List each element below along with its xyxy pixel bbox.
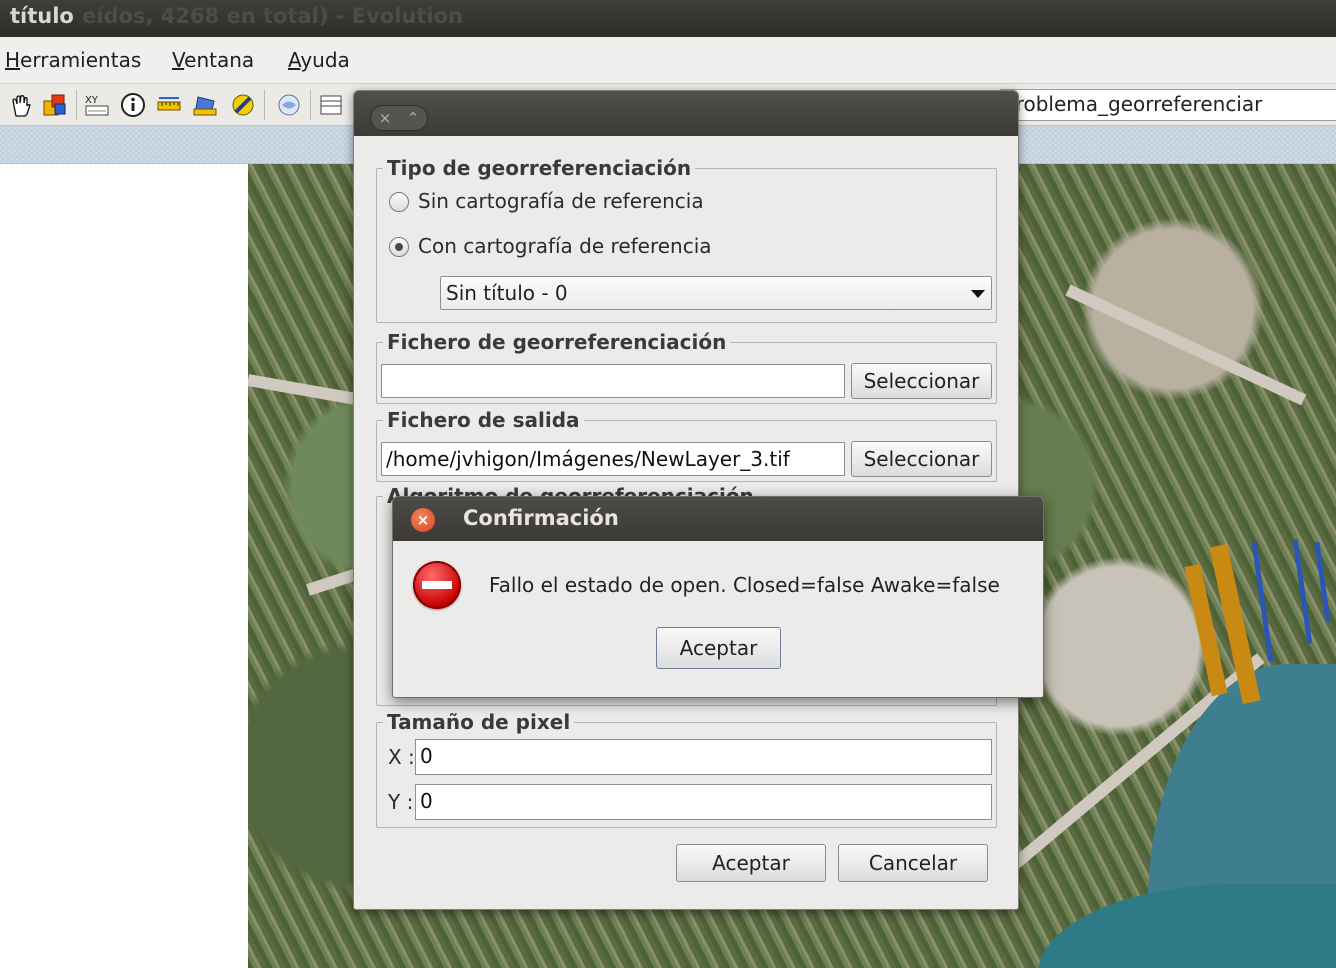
toolbar-separator [76, 90, 77, 120]
pixel-size-group: Tamaño de pixel X : 0 Y : 0 [376, 710, 997, 828]
hand-pan-icon[interactable] [8, 92, 34, 118]
group-legend: Tamaño de pixel [383, 710, 575, 734]
toolbar-separator [264, 90, 265, 120]
output-file-input[interactable]: /home/jvhigon/Imágenes/NewLayer_3.tif [381, 442, 845, 476]
confirmation-title: Confirmación [463, 506, 619, 530]
georeference-file-group: Fichero de georreferenciación Selecciona… [376, 330, 997, 404]
background-window-title: eídos, 4268 en total) - Evolution [82, 4, 463, 28]
confirmation-titlebar[interactable]: × Confirmación [393, 497, 1043, 541]
layer-name-value: problema_georreferenciar [1003, 92, 1263, 116]
dock-line [1314, 542, 1331, 622]
pixel-x-label: X : [388, 745, 415, 769]
error-icon [413, 561, 461, 609]
close-icon[interactable]: × [411, 508, 435, 532]
pixel-y-label: Y : [388, 790, 414, 814]
pixel-y-input[interactable]: 0 [415, 784, 992, 820]
layer-properties-icon[interactable] [42, 92, 68, 118]
radio-with-reference[interactable] [389, 237, 409, 257]
measure-distance-icon[interactable] [156, 92, 182, 118]
sea-area [1038, 884, 1336, 968]
group-legend: Fichero de salida [383, 408, 584, 432]
coordinates-icon[interactable]: XY [84, 92, 110, 118]
input-value: /home/jvhigon/Imágenes/NewLayer_3.tif [386, 447, 790, 471]
chevron-down-icon [971, 290, 985, 298]
confirm-accept-button[interactable]: Aceptar [656, 627, 781, 669]
georeference-file-input[interactable] [381, 364, 845, 398]
dock-line [1251, 542, 1274, 662]
selected-value: Sin título - 0 [446, 281, 568, 305]
menu-herramientas[interactable]: Herramientas [5, 48, 141, 72]
georeference-icon[interactable] [230, 92, 256, 118]
select-georeference-file-button[interactable]: Seleccionar [851, 363, 992, 399]
locator-icon[interactable] [276, 92, 302, 118]
toolbar-separator [310, 90, 311, 120]
confirmation-message: Fallo el estado de open. Closed=false Aw… [489, 573, 1000, 597]
select-output-file-button[interactable]: Seleccionar [851, 441, 992, 477]
maximize-icon[interactable]: ⌃ [399, 106, 427, 130]
menu-ayuda[interactable]: Ayuda [288, 48, 350, 72]
info-icon[interactable] [120, 92, 146, 118]
menu-mnemonic: A [288, 48, 301, 72]
app-titlebar: eídos, 4268 en total) - Evolution título [0, 0, 1336, 37]
reference-view-select[interactable]: Sin título - 0 [440, 276, 992, 310]
dialog-titlebar[interactable]: × ⌃ [354, 91, 1018, 136]
cancel-button[interactable]: Cancelar [838, 844, 988, 882]
menu-label: erramientas [20, 48, 142, 72]
accept-button[interactable]: Aceptar [676, 844, 826, 882]
window-title: título [10, 4, 74, 28]
dock-line [1292, 539, 1313, 644]
map-road [1065, 284, 1307, 406]
output-file-group: Fichero de salida /home/jvhigon/Imágenes… [376, 408, 997, 482]
table-of-contents-panel[interactable] [0, 164, 248, 968]
group-legend: Fichero de georreferenciación [383, 330, 731, 354]
svg-text:XY: XY [85, 95, 99, 106]
menu-label: yuda [300, 48, 350, 72]
radio-no-reference[interactable] [389, 192, 409, 212]
close-icon[interactable]: × [371, 106, 399, 130]
group-legend: Tipo de georreferenciación [383, 156, 696, 180]
input-value: 0 [420, 789, 433, 813]
pixel-x-input[interactable]: 0 [415, 739, 992, 775]
radio-label: Con cartografía de referencia [418, 234, 712, 258]
table-icon[interactable] [318, 92, 344, 118]
georeference-type-group: Tipo de georreferenciación Sin cartograf… [376, 156, 997, 323]
menu-mnemonic: V [172, 48, 185, 72]
menu-mnemonic: H [5, 48, 21, 72]
window-controls: × ⌃ [370, 105, 428, 131]
input-value: 0 [420, 744, 433, 768]
menu-bar: Herramientas Ventana Ayuda [0, 37, 1336, 84]
radio-label: Sin cartografía de referencia [418, 189, 704, 213]
menu-label: entana [184, 48, 255, 72]
layer-name-field[interactable]: problema_georreferenciar [1000, 89, 1336, 121]
menu-ventana[interactable]: Ventana [172, 48, 254, 72]
confirmation-dialog: × Confirmación Fallo el estado de open. … [392, 496, 1044, 698]
measure-area-icon[interactable] [192, 92, 218, 118]
